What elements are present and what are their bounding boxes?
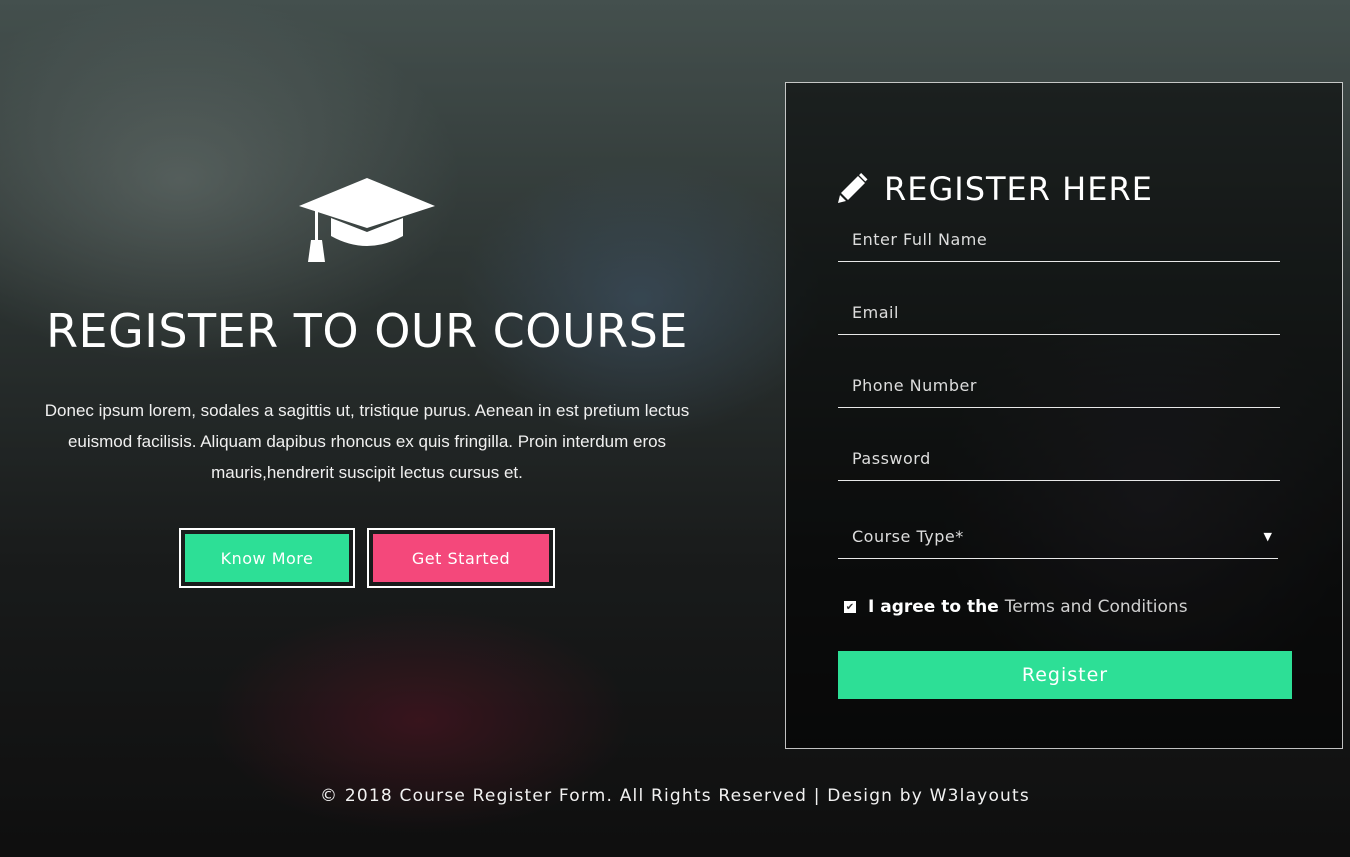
register-button[interactable]: Register: [838, 651, 1292, 699]
course-type-field: Course Type* ▼: [838, 514, 1278, 559]
caret-down-icon: ▼: [1263, 529, 1272, 543]
full-name-field: [838, 217, 1280, 262]
hero-description: Donec ipsum lorem, sodales a sagittis ut…: [44, 401, 690, 483]
footer-copyright: © 2018 Course Register Form. All Rights …: [320, 786, 1030, 806]
know-more-button[interactable]: Know More: [185, 534, 349, 583]
page-title: REGISTER TO OUR COURSE: [46, 304, 688, 358]
email-field: [838, 290, 1280, 335]
get-started-button[interactable]: Get Started: [373, 534, 549, 583]
graduation-cap-icon: [299, 178, 435, 262]
register-panel: REGISTER HERE Course Type* ▼ ✔ I agree t…: [785, 82, 1343, 749]
get-started-frame: Get Started: [367, 528, 555, 589]
agree-checkbox[interactable]: ✔: [844, 601, 856, 613]
course-type-select[interactable]: Course Type*: [838, 526, 1278, 546]
agree-label: I agree to the: [868, 597, 999, 617]
password-field: [838, 436, 1280, 481]
hero-section: REGISTER TO OUR COURSE Donec ipsum lorem…: [20, 170, 714, 589]
know-more-frame: Know More: [179, 528, 355, 589]
hero-buttons: Know More Get Started: [20, 528, 714, 589]
email-input[interactable]: [838, 301, 1280, 323]
register-title: REGISTER HERE: [884, 169, 1153, 208]
pencil-icon: [838, 172, 868, 203]
full-name-input[interactable]: [838, 228, 1280, 250]
phone-field: [838, 363, 1280, 408]
phone-input[interactable]: [838, 374, 1280, 396]
terms-agreement: ✔ I agree to the Terms and Conditions: [844, 597, 1188, 617]
password-input[interactable]: [838, 447, 1280, 469]
terms-link[interactable]: Terms and Conditions: [1005, 597, 1188, 617]
